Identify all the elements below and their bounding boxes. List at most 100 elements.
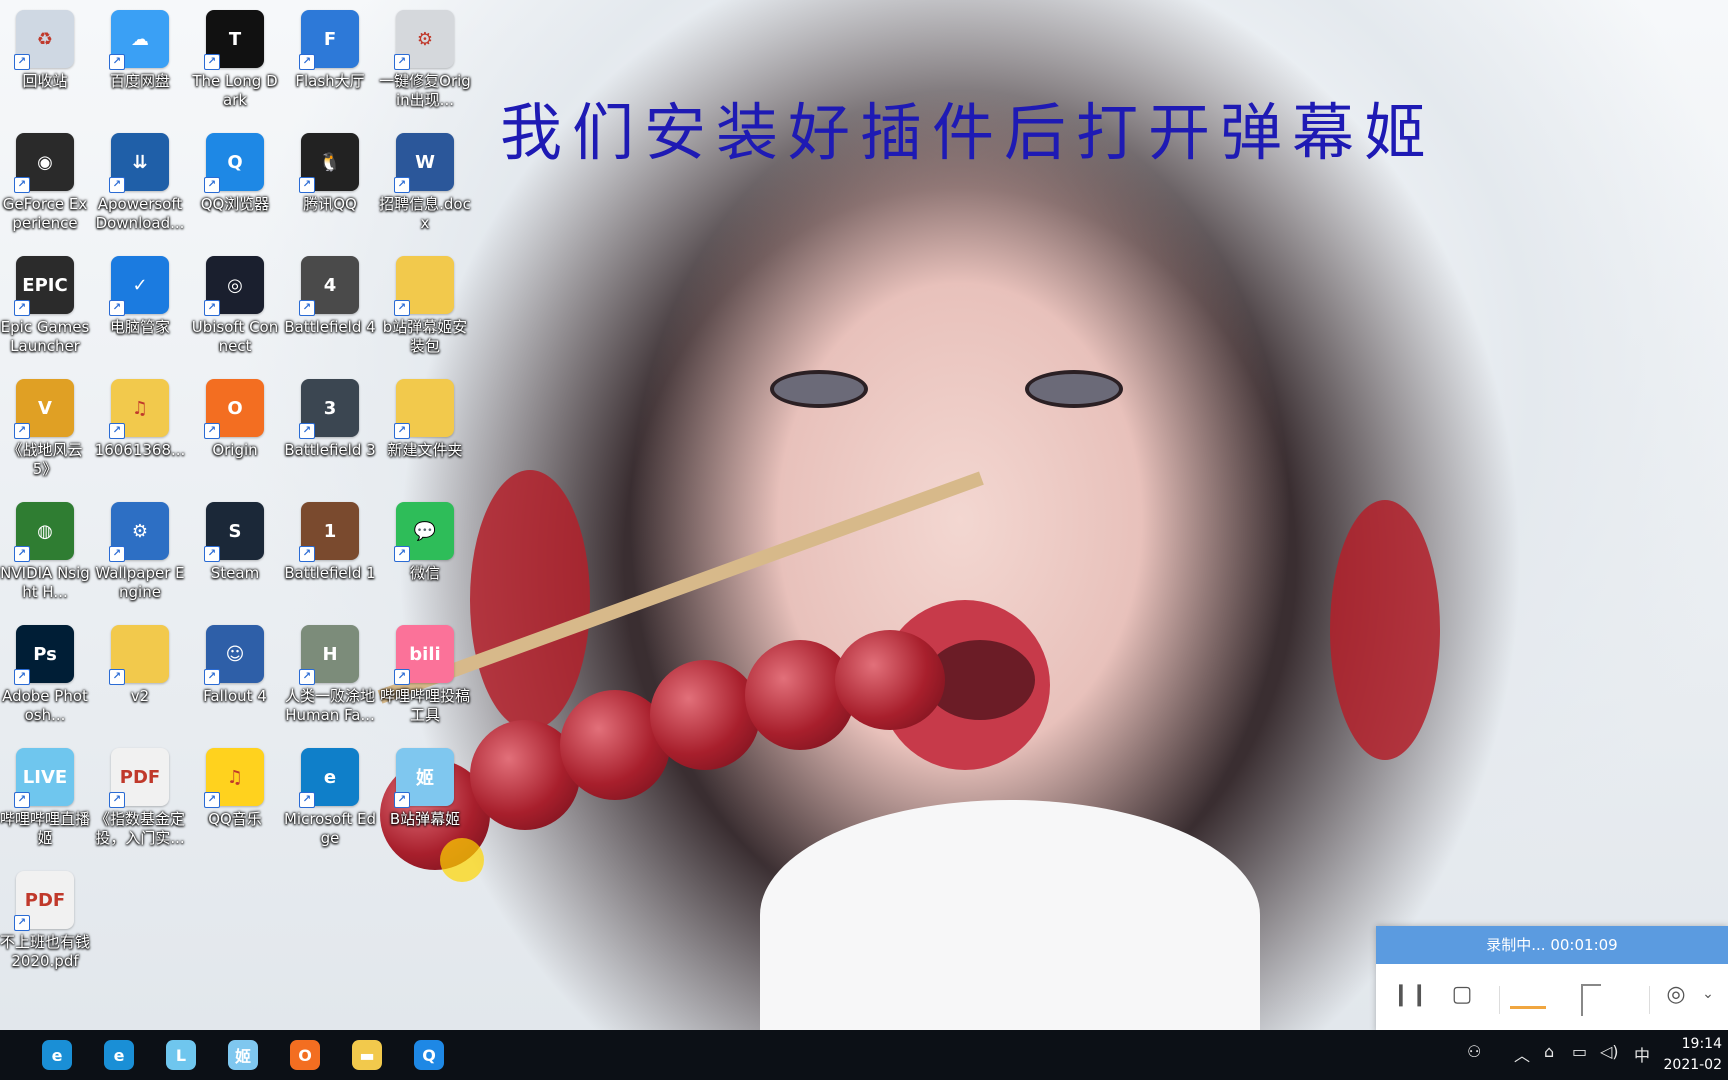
desktop-icon[interactable]: S ↗ Steam (188, 496, 282, 583)
desktop-icon[interactable]: ◉ ↗ GeForce Experience (0, 127, 92, 233)
danmaku-ji-icon: 姬 ↗ (394, 748, 454, 808)
taskbar-bilibili-live[interactable]: L (160, 1036, 202, 1074)
nvidia-nsight-icon: ◍ ↗ (14, 502, 74, 562)
clock[interactable]: 19:14 2021-02 (1664, 1034, 1723, 1076)
desktop-icon[interactable]: ♫ ↗ 16061368... (93, 373, 187, 460)
shortcut-arrow-icon: ↗ (394, 423, 410, 439)
taskbar-qq-browser[interactable]: Q (408, 1036, 450, 1074)
taskbar-file-explorer[interactable]: ▬ (346, 1036, 388, 1074)
shortcut-arrow-icon: ↗ (14, 177, 30, 193)
desktop-icon[interactable]: ☺ ↗ Fallout 4 (188, 619, 282, 706)
shortcut-arrow-icon: ↗ (394, 300, 410, 316)
wallpaper-eye-left (770, 370, 868, 408)
desktop-icon[interactable]: V ↗ 《战地风云 5》 (0, 373, 92, 479)
desktop-icon[interactable]: PDF ↗ 《指数基金定投，入门实... (93, 742, 187, 848)
wechat-icon: 💬 ↗ (394, 502, 454, 562)
desktop-icon[interactable]: ☁ ↗ 百度网盘 (93, 4, 187, 91)
desktop-icon[interactable]: 🐧 ↗ 腾讯QQ (283, 127, 377, 214)
desktop-icon-label: 回收站 (22, 72, 68, 90)
recycle-bin-icon: ♻ ↗ (14, 10, 74, 70)
fallout-4-icon: ☺ ↗ (204, 625, 264, 685)
shortcut-arrow-icon: ↗ (394, 177, 410, 193)
folder-icon: ▬ (352, 1040, 382, 1070)
stop-icon[interactable]: ▢ (1446, 978, 1478, 1010)
desktop-icon-label: 不上班也有钱2020.pdf (0, 933, 90, 970)
folder-icon: ↗ (394, 256, 454, 316)
human-fall-flat-icon: H ↗ (299, 625, 359, 685)
people-icon[interactable]: ⚇ (1467, 1042, 1481, 1061)
desktop-icon[interactable]: 1 ↗ Battlefield 1 (283, 496, 377, 583)
desktop-icon-label: 腾讯QQ (303, 195, 357, 213)
shortcut-arrow-icon: ↗ (14, 54, 30, 70)
monitor-icon[interactable]: ▭ (1572, 1042, 1587, 1061)
desktop-icon[interactable]: ↗ b站弹幕姬安装包 (378, 250, 472, 356)
desktop-icon-label: Flash大厅 (295, 72, 365, 90)
desktop-icon[interactable]: bili ↗ 哔哩哔哩投稿工具 (378, 619, 472, 725)
wallpaper-hood-right (1330, 500, 1440, 760)
bilibili-live-icon: LIVE ↗ (14, 748, 74, 808)
desktop-icon[interactable]: ⇊ ↗ Apowersoft Download... (93, 127, 187, 233)
desktop-icon[interactable]: 3 ↗ Battlefield 3 (283, 373, 377, 460)
baidu-netdisk-icon: ☁ ↗ (109, 10, 169, 70)
desktop-icon[interactable]: ♫ ↗ QQ音乐 (188, 742, 282, 829)
volume-icon[interactable]: ◁) (1600, 1042, 1619, 1061)
shortcut-arrow-icon: ↗ (204, 423, 220, 439)
desktop-icon-label: Ubisoft Connect (191, 318, 279, 355)
desktop-icon[interactable]: W ↗ 招聘信息.docx (378, 127, 472, 233)
pdf-file-icon: PDF ↗ (14, 871, 74, 931)
desktop-icon[interactable]: ◍ ↗ NVIDIA Nsight H... (0, 496, 92, 602)
desktop-icon[interactable]: ◎ ↗ Ubisoft Connect (188, 250, 282, 356)
desktop-icon[interactable]: e ↗ Microsoft Edge (283, 742, 377, 848)
taskbar-danmaku-ji[interactable]: 姬 (222, 1036, 264, 1074)
desktop-icon[interactable]: EPIC ↗ Epic Games Launcher (0, 250, 92, 356)
desktop-icon-label: Epic Games Launcher (0, 318, 90, 355)
battlefield-1-icon: 1 ↗ (299, 502, 359, 562)
desktop-icon[interactable]: 💬 ↗ 微信 (378, 496, 472, 583)
desktop-icon-label: GeForce Experience (2, 195, 88, 232)
desktop-icon-label: 微信 (409, 564, 440, 582)
shortcut-arrow-icon: ↗ (14, 669, 30, 685)
recording-status: 录制中... 00:01:09 (1376, 926, 1728, 964)
desktop-icon[interactable]: ⚙ ↗ Wallpaper Engine (93, 496, 187, 602)
desktop-icon[interactable]: ⚙ ↗ 一键修复Origin出现... (378, 4, 472, 110)
desktop-icon[interactable]: LIVE ↗ 哔哩哔哩直播姬 (0, 742, 92, 848)
audio-level-indicator (1510, 1006, 1546, 1009)
chevron-down-icon[interactable]: ⌄ (1698, 978, 1718, 1010)
desktop-icon[interactable]: ✓ ↗ 电脑管家 (93, 250, 187, 337)
desktop-icon[interactable]: 姬 ↗ B站弹幕姬 (378, 742, 472, 829)
desktop-icon[interactable]: 4 ↗ Battlefield 4 (283, 250, 377, 337)
taskbar-edge[interactable]: e (36, 1036, 78, 1074)
ime-indicator[interactable]: 中 (1634, 1042, 1650, 1066)
desktop-icon[interactable]: Ps ↗ Adobe Photosh... (0, 619, 92, 725)
clock-time: 19:14 (1681, 1036, 1722, 1052)
desktop-icon[interactable]: O ↗ Origin (188, 373, 282, 460)
desktop-icon-label: 人类一败涂地 Human Fa... (284, 687, 375, 724)
desktop-icon-label: 《战地风云 5》 (7, 441, 83, 478)
wallpaper-scarf (760, 800, 1260, 1030)
ubisoft-icon: ◎ ↗ (204, 256, 264, 316)
desktop-icon[interactable]: Q ↗ QQ浏览器 (188, 127, 282, 214)
desktop-icon-label: b站弹幕姬安装包 (382, 318, 468, 355)
desktop-icon[interactable]: ↗ 新建文件夹 (378, 373, 472, 460)
taskbar-origin[interactable]: O (284, 1036, 326, 1074)
origin-icon: O ↗ (204, 379, 264, 439)
pause-icon[interactable]: ❙❙ (1392, 978, 1429, 1010)
network-icon[interactable]: ⌂ (1544, 1042, 1554, 1061)
folder-icon: ↗ (109, 625, 169, 685)
desktop-icon[interactable]: PDF ↗ 不上班也有钱2020.pdf (0, 865, 92, 971)
taskbar-edge-2[interactable]: e (98, 1036, 140, 1074)
shortcut-arrow-icon: ↗ (109, 423, 125, 439)
shortcut-arrow-icon: ↗ (109, 300, 125, 316)
apowersoft-icon: ⇊ ↗ (109, 133, 169, 193)
desktop-icon[interactable]: ↗ v2 (93, 619, 187, 706)
shortcut-arrow-icon: ↗ (109, 669, 125, 685)
webcam-icon[interactable]: ◎ (1660, 978, 1692, 1010)
shortcut-arrow-icon: ↗ (109, 54, 125, 70)
desktop-icon[interactable]: H ↗ 人类一败涂地 Human Fa... (283, 619, 377, 725)
microphone-level-icon[interactable] (1581, 984, 1601, 1016)
shortcut-arrow-icon: ↗ (299, 300, 315, 316)
desktop-icon[interactable]: T ↗ The Long Dark (188, 4, 282, 110)
desktop-icon[interactable]: ♻ ↗ 回收站 (0, 4, 92, 91)
chevron-up-icon[interactable]: ︿ (1514, 1042, 1530, 1066)
desktop-icon[interactable]: F ↗ Flash大厅 (283, 4, 377, 91)
